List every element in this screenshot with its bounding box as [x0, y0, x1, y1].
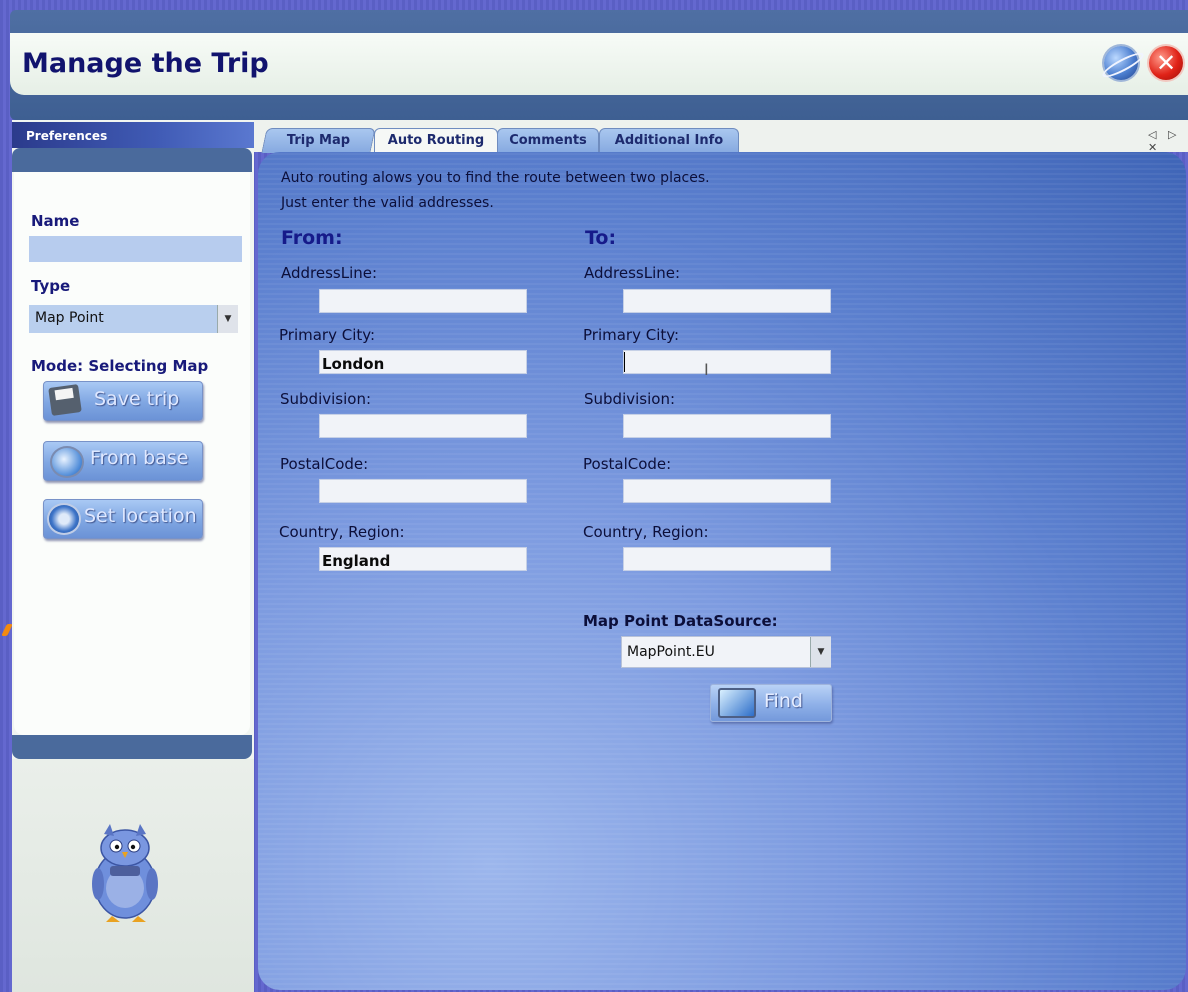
text-caret [624, 352, 625, 372]
chevron-down-icon[interactable]: ▼ [217, 305, 238, 333]
datasource-select-value: MapPoint.EU [627, 644, 715, 660]
type-label: Type [31, 277, 71, 295]
set-location-label: Set location [84, 505, 197, 527]
app-title: Manage the Trip [22, 48, 269, 79]
to-city-input[interactable] [623, 350, 831, 374]
to-country-label: Country, Region: [583, 523, 709, 541]
type-select-value: Map Point [35, 310, 104, 326]
from-postal-input[interactable] [319, 479, 527, 503]
to-address-input[interactable] [623, 289, 831, 313]
auto-routing-panel [258, 152, 1186, 990]
from-city-label: Primary City: [279, 326, 376, 344]
find-label: Find [764, 690, 803, 712]
save-trip-label: Save trip [94, 388, 180, 410]
from-subdivision-label: Subdivision: [280, 390, 372, 408]
preferences-title: Preferences [26, 129, 108, 143]
chevron-down-icon[interactable]: ▼ [810, 637, 831, 667]
description-line-1: Auto routing alows you to find the route… [281, 170, 710, 186]
sidebar-strip-top [12, 148, 252, 172]
to-country-input[interactable] [623, 547, 831, 571]
from-address-label: AddressLine: [281, 264, 378, 282]
to-city-label: Primary City: [583, 326, 680, 344]
tab-trip-map[interactable]: Trip Map [261, 128, 376, 153]
mode-label: Mode: Selecting Map [31, 357, 209, 375]
to-address-label: AddressLine: [584, 264, 681, 282]
to-postal-label: PostalCode: [583, 455, 672, 473]
to-heading: To: [585, 227, 617, 249]
tab-additional-info[interactable]: Additional Info [599, 128, 739, 153]
globe-search-icon [50, 446, 84, 478]
description-line-2: Just enter the valid addresses. [281, 195, 494, 211]
floppy-disk-icon [48, 384, 82, 416]
datasource-label: Map Point DataSource: [583, 612, 778, 630]
tab-auto-routing[interactable]: Auto Routing [374, 128, 498, 153]
globe-button[interactable] [1104, 46, 1138, 80]
from-heading: From: [281, 227, 343, 249]
from-country-label: Country, Region: [279, 523, 405, 541]
from-address-input[interactable] [319, 289, 527, 313]
owl-mascot-icon [92, 824, 158, 922]
from-country-input[interactable] [319, 547, 527, 571]
sidebar-strip-bottom [12, 735, 252, 759]
tab-comments[interactable]: Comments [497, 128, 599, 153]
from-postal-label: PostalCode: [280, 455, 369, 473]
ibeam-cursor-icon: I [704, 360, 709, 379]
to-subdivision-label: Subdivision: [584, 390, 676, 408]
tab-scroll-controls[interactable]: ◁ ▷ ✕ [1148, 128, 1188, 154]
to-subdivision-input[interactable] [623, 414, 831, 438]
from-base-label: From base [90, 447, 189, 469]
close-button[interactable]: ✕ [1149, 46, 1183, 80]
close-icon: ✕ [1155, 49, 1177, 77]
from-city-input[interactable] [319, 350, 527, 374]
to-postal-input[interactable] [623, 479, 831, 503]
compass-icon [47, 503, 81, 535]
name-label: Name [31, 212, 80, 230]
name-input[interactable] [29, 236, 242, 262]
from-subdivision-input[interactable] [319, 414, 527, 438]
monitor-icon [718, 688, 756, 718]
